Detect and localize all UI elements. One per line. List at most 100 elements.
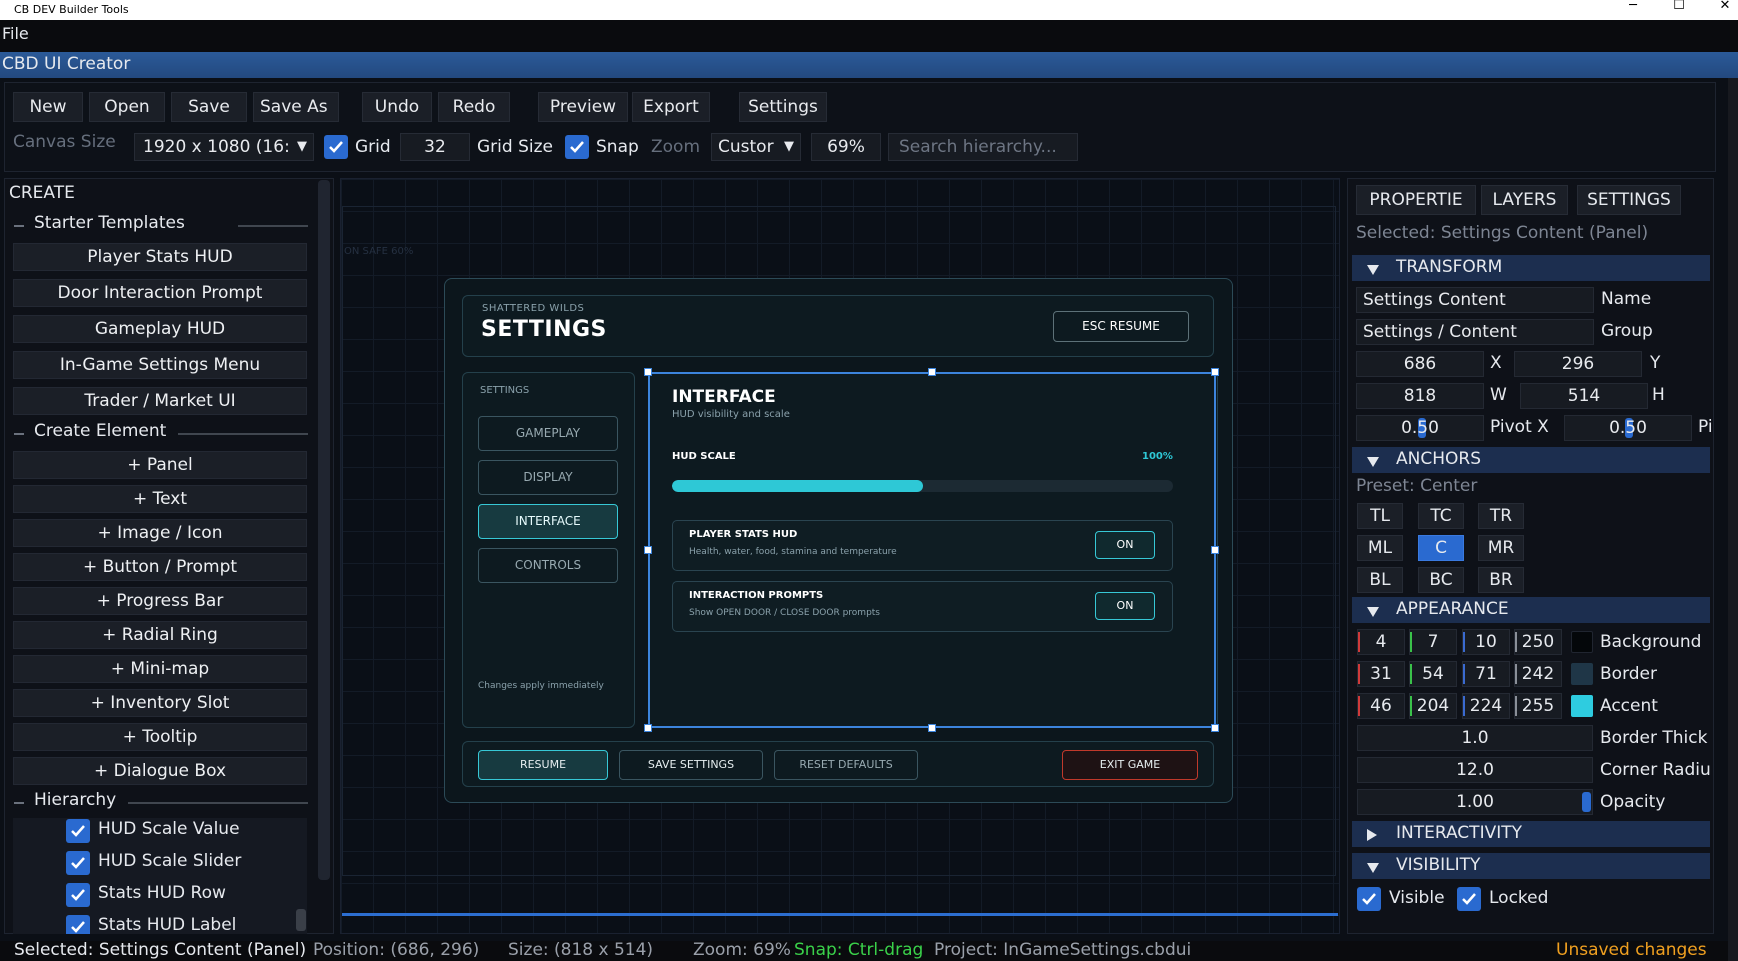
redo-button[interactable]: Redo bbox=[438, 92, 510, 122]
preview-nav-gameplay[interactable]: GAMEPLAY bbox=[478, 416, 618, 451]
anchor-tl[interactable]: TL bbox=[1357, 503, 1403, 529]
template-door-interaction-prompt[interactable]: Door Interaction Prompt bbox=[13, 279, 307, 307]
grid-checkbox[interactable] bbox=[324, 135, 348, 159]
anchor-tc[interactable]: TC bbox=[1418, 503, 1464, 529]
appearance-section-header[interactable]: APPEARANCE bbox=[1352, 597, 1710, 623]
template-in-game-settings-menu[interactable]: In-Game Settings Menu bbox=[13, 351, 307, 379]
preview-button[interactable]: Preview bbox=[538, 92, 628, 122]
hierarchy-visible-checkbox[interactable] bbox=[66, 819, 90, 843]
create-element-header[interactable]: Create Element bbox=[10, 421, 308, 444]
export-button[interactable]: Export bbox=[632, 92, 710, 122]
canvas-scrollbar[interactable] bbox=[342, 913, 1338, 916]
grid-size-input[interactable]: 32 bbox=[400, 133, 470, 161]
background-a-input[interactable]: 250 bbox=[1514, 629, 1562, 655]
undo-button[interactable]: Undo bbox=[362, 92, 432, 122]
resize-handle-br[interactable] bbox=[1211, 724, 1219, 732]
h-input[interactable]: 514 bbox=[1520, 383, 1648, 409]
border-a-input[interactable]: 242 bbox=[1514, 661, 1562, 687]
interactivity-section-header[interactable]: INTERACTIVITY bbox=[1352, 821, 1710, 847]
anchor-tr[interactable]: TR bbox=[1478, 503, 1524, 529]
resize-handle-bc[interactable] bbox=[928, 724, 936, 732]
resize-handle-bl[interactable] bbox=[644, 724, 652, 732]
preview-reset-defaults-button[interactable]: RESET DEFAULTS bbox=[774, 750, 918, 780]
create-tooltip-button[interactable]: + Tooltip bbox=[13, 723, 307, 751]
create-progress-bar-button[interactable]: + Progress Bar bbox=[13, 587, 307, 615]
anchor-c[interactable]: C bbox=[1418, 535, 1464, 561]
open-button[interactable]: Open bbox=[89, 92, 165, 122]
opacity-slider[interactable]: 1.00 bbox=[1357, 789, 1593, 815]
save-as-button[interactable]: Save As bbox=[253, 92, 339, 122]
anchor-ml[interactable]: ML bbox=[1357, 535, 1403, 561]
background-g-input[interactable]: 7 bbox=[1409, 629, 1457, 655]
visibility-section-header[interactable]: VISIBILITY bbox=[1352, 853, 1710, 879]
preview-exit-game-button[interactable]: EXIT GAME bbox=[1062, 750, 1198, 780]
preview-nav-display[interactable]: DISPLAY bbox=[478, 460, 618, 495]
background-b-input[interactable]: 10 bbox=[1462, 629, 1510, 655]
transform-section-header[interactable]: TRANSFORM bbox=[1352, 255, 1710, 281]
create-minimap-button[interactable]: + Mini-map bbox=[13, 655, 307, 683]
create-dialogue-box-button[interactable]: + Dialogue Box bbox=[13, 757, 307, 785]
border-thickness-input[interactable]: 1.0 bbox=[1357, 725, 1593, 751]
template-gameplay-hud[interactable]: Gameplay HUD bbox=[13, 315, 307, 343]
w-input[interactable]: 818 bbox=[1356, 383, 1484, 409]
tab-settings[interactable]: SETTINGS bbox=[1577, 185, 1681, 215]
border-r-input[interactable]: 31 bbox=[1357, 661, 1405, 687]
corner-radius-input[interactable]: 12.0 bbox=[1357, 757, 1593, 783]
accent-r-input[interactable]: 46 bbox=[1357, 693, 1405, 719]
settings-button[interactable]: Settings bbox=[739, 92, 827, 122]
create-radial-ring-button[interactable]: + Radial Ring bbox=[13, 621, 307, 649]
hierarchy-visible-checkbox[interactable] bbox=[66, 915, 90, 934]
resize-handle-tl[interactable] bbox=[644, 368, 652, 376]
menu-file[interactable]: File bbox=[0, 24, 31, 43]
search-hierarchy-input[interactable]: Search hierarchy... bbox=[888, 133, 1078, 161]
accent-g-input[interactable]: 204 bbox=[1409, 693, 1457, 719]
name-input[interactable]: Settings Content bbox=[1356, 287, 1594, 313]
template-trader-market-ui[interactable]: Trader / Market UI bbox=[13, 387, 307, 415]
x-input[interactable]: 686 bbox=[1356, 351, 1484, 377]
anchors-section-header[interactable]: ANCHORS bbox=[1352, 447, 1710, 473]
resize-handle-mr[interactable] bbox=[1211, 546, 1219, 554]
accent-a-input[interactable]: 255 bbox=[1514, 693, 1562, 719]
maximize-icon[interactable]: ☐ bbox=[1656, 0, 1702, 20]
preview-resume-button[interactable]: RESUME bbox=[478, 750, 608, 780]
create-panel-button[interactable]: + Panel bbox=[13, 451, 307, 479]
create-inventory-slot-button[interactable]: + Inventory Slot bbox=[13, 689, 307, 717]
zoom-value-input[interactable]: 69% bbox=[811, 133, 881, 161]
locked-checkbox[interactable] bbox=[1457, 887, 1481, 911]
create-button-button[interactable]: + Button / Prompt bbox=[13, 553, 307, 581]
hierarchy-visible-checkbox[interactable] bbox=[66, 851, 90, 875]
accent-color-swatch[interactable] bbox=[1571, 695, 1593, 717]
pivot-x-slider[interactable]: 0.50 bbox=[1356, 415, 1484, 441]
border-g-input[interactable]: 54 bbox=[1409, 661, 1457, 687]
zoom-mode-select[interactable]: Custor ▼ bbox=[711, 133, 801, 161]
tab-properties[interactable]: PROPERTIE bbox=[1356, 185, 1476, 215]
preview-nav-controls[interactable]: CONTROLS bbox=[478, 548, 618, 583]
save-button[interactable]: Save bbox=[171, 92, 247, 122]
template-player-stats-hud[interactable]: Player Stats HUD bbox=[13, 243, 307, 271]
tab-layers[interactable]: LAYERS bbox=[1481, 185, 1568, 215]
group-input[interactable]: Settings / Content bbox=[1356, 319, 1594, 345]
y-input[interactable]: 296 bbox=[1514, 351, 1642, 377]
minimize-icon[interactable]: ─ bbox=[1610, 0, 1656, 20]
create-text-button[interactable]: + Text bbox=[13, 485, 307, 513]
create-image-button[interactable]: + Image / Icon bbox=[13, 519, 307, 547]
preview-save-settings-button[interactable]: SAVE SETTINGS bbox=[619, 750, 763, 780]
starter-templates-header[interactable]: Starter Templates bbox=[10, 213, 308, 236]
anchor-mr[interactable]: MR bbox=[1478, 535, 1524, 561]
resize-handle-tr[interactable] bbox=[1211, 368, 1219, 376]
accent-b-input[interactable]: 224 bbox=[1462, 693, 1510, 719]
close-icon[interactable]: ✕ bbox=[1702, 0, 1738, 20]
anchor-br[interactable]: BR bbox=[1478, 567, 1524, 593]
app-scrollbar[interactable] bbox=[1728, 78, 1738, 961]
new-button[interactable]: New bbox=[13, 92, 83, 122]
border-b-input[interactable]: 71 bbox=[1462, 661, 1510, 687]
anchor-bl[interactable]: BL bbox=[1357, 567, 1403, 593]
resize-handle-tc[interactable] bbox=[928, 368, 936, 376]
resize-handle-ml[interactable] bbox=[644, 546, 652, 554]
hierarchy-visible-checkbox[interactable] bbox=[66, 883, 90, 907]
hierarchy-header[interactable]: Hierarchy bbox=[10, 790, 308, 813]
pivot-y-slider[interactable]: 0.50 bbox=[1564, 415, 1692, 441]
background-r-input[interactable]: 4 bbox=[1357, 629, 1405, 655]
background-color-swatch[interactable] bbox=[1571, 631, 1593, 653]
preview-esc-resume-button[interactable]: ESC RESUME bbox=[1053, 311, 1189, 342]
